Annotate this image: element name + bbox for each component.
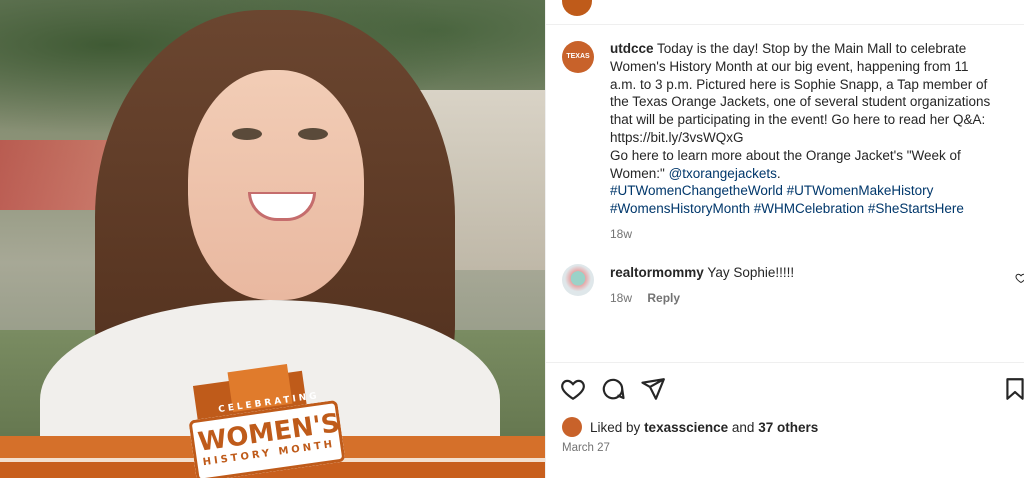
comment-body: Yay Sophie!!!!! [707, 265, 795, 280]
caption-hashtags-2[interactable]: #WomensHistoryMonth #WHMCelebration #She… [610, 201, 964, 216]
portrait-eye-left [232, 128, 262, 140]
comment-username[interactable]: realtormommy [610, 265, 704, 280]
caption-hashtags-1[interactable]: #UTWomenChangetheWorld #UTWomenMakeHisto… [610, 183, 933, 198]
caption-line-7: Go here to learn more about the Orange J… [610, 147, 961, 163]
post-caption: utdcce Today is the day! Stop by the Mai… [610, 41, 991, 217]
reply-button[interactable]: Reply [647, 291, 680, 305]
caption-line-1: Today is the day! Stop by the Main Mall … [657, 41, 967, 56]
caption-username[interactable]: utdcce [610, 41, 654, 56]
comment-like-heart-icon[interactable] [1015, 272, 1024, 284]
author-avatar[interactable]: TEXAS [562, 41, 594, 73]
heart-icon[interactable] [560, 376, 586, 402]
caption-line-4: the Texas Orange Jackets, one of several… [610, 94, 991, 110]
post-photo[interactable]: CELEBRATING WOMEN'S HISTORY MONTH [0, 0, 545, 478]
liker-avatar[interactable] [562, 417, 582, 437]
header-avatar[interactable] [562, 0, 592, 16]
caption-mention[interactable]: @txorangejackets [669, 166, 777, 181]
liker-username[interactable]: texasscience [644, 420, 728, 435]
actions-divider [546, 362, 1024, 363]
post-header [546, 0, 1024, 25]
portrait-face [188, 70, 364, 300]
portrait-eye-right [298, 128, 328, 140]
commenter-avatar[interactable] [562, 264, 594, 296]
caption-url: https://bit.ly/3vsWQxG [610, 129, 744, 145]
comment-meta: 18w Reply [610, 291, 680, 305]
womens-history-month-logo: CELEBRATING WOMEN'S HISTORY MONTH [188, 364, 350, 478]
caption-line-3: a.m. to 3 p.m. Pictured here is Sophie S… [610, 76, 988, 92]
paper-plane-icon[interactable] [640, 376, 666, 402]
caption-line-8: Women:" [610, 165, 665, 181]
likes-summary: Liked by texasscience and 37 others [590, 420, 819, 435]
comment-timestamp[interactable]: 18w [610, 291, 632, 305]
comment-text: realtormommy Yay Sophie!!!!! [610, 265, 794, 280]
bookmark-icon[interactable] [1002, 376, 1024, 402]
comment-bubble-icon[interactable] [600, 376, 626, 402]
post-date[interactable]: March 27 [562, 442, 610, 454]
caption-line-2: Women's History Month at our big event, … [610, 58, 969, 74]
likes-others-link[interactable]: 37 others [758, 420, 818, 435]
post-side-panel: TEXAS utdcce Today is the day! Stop by t… [545, 0, 1024, 478]
caption-timestamp[interactable]: 18w [610, 227, 632, 241]
caption-line-5: that will be participating in the event!… [610, 112, 986, 128]
